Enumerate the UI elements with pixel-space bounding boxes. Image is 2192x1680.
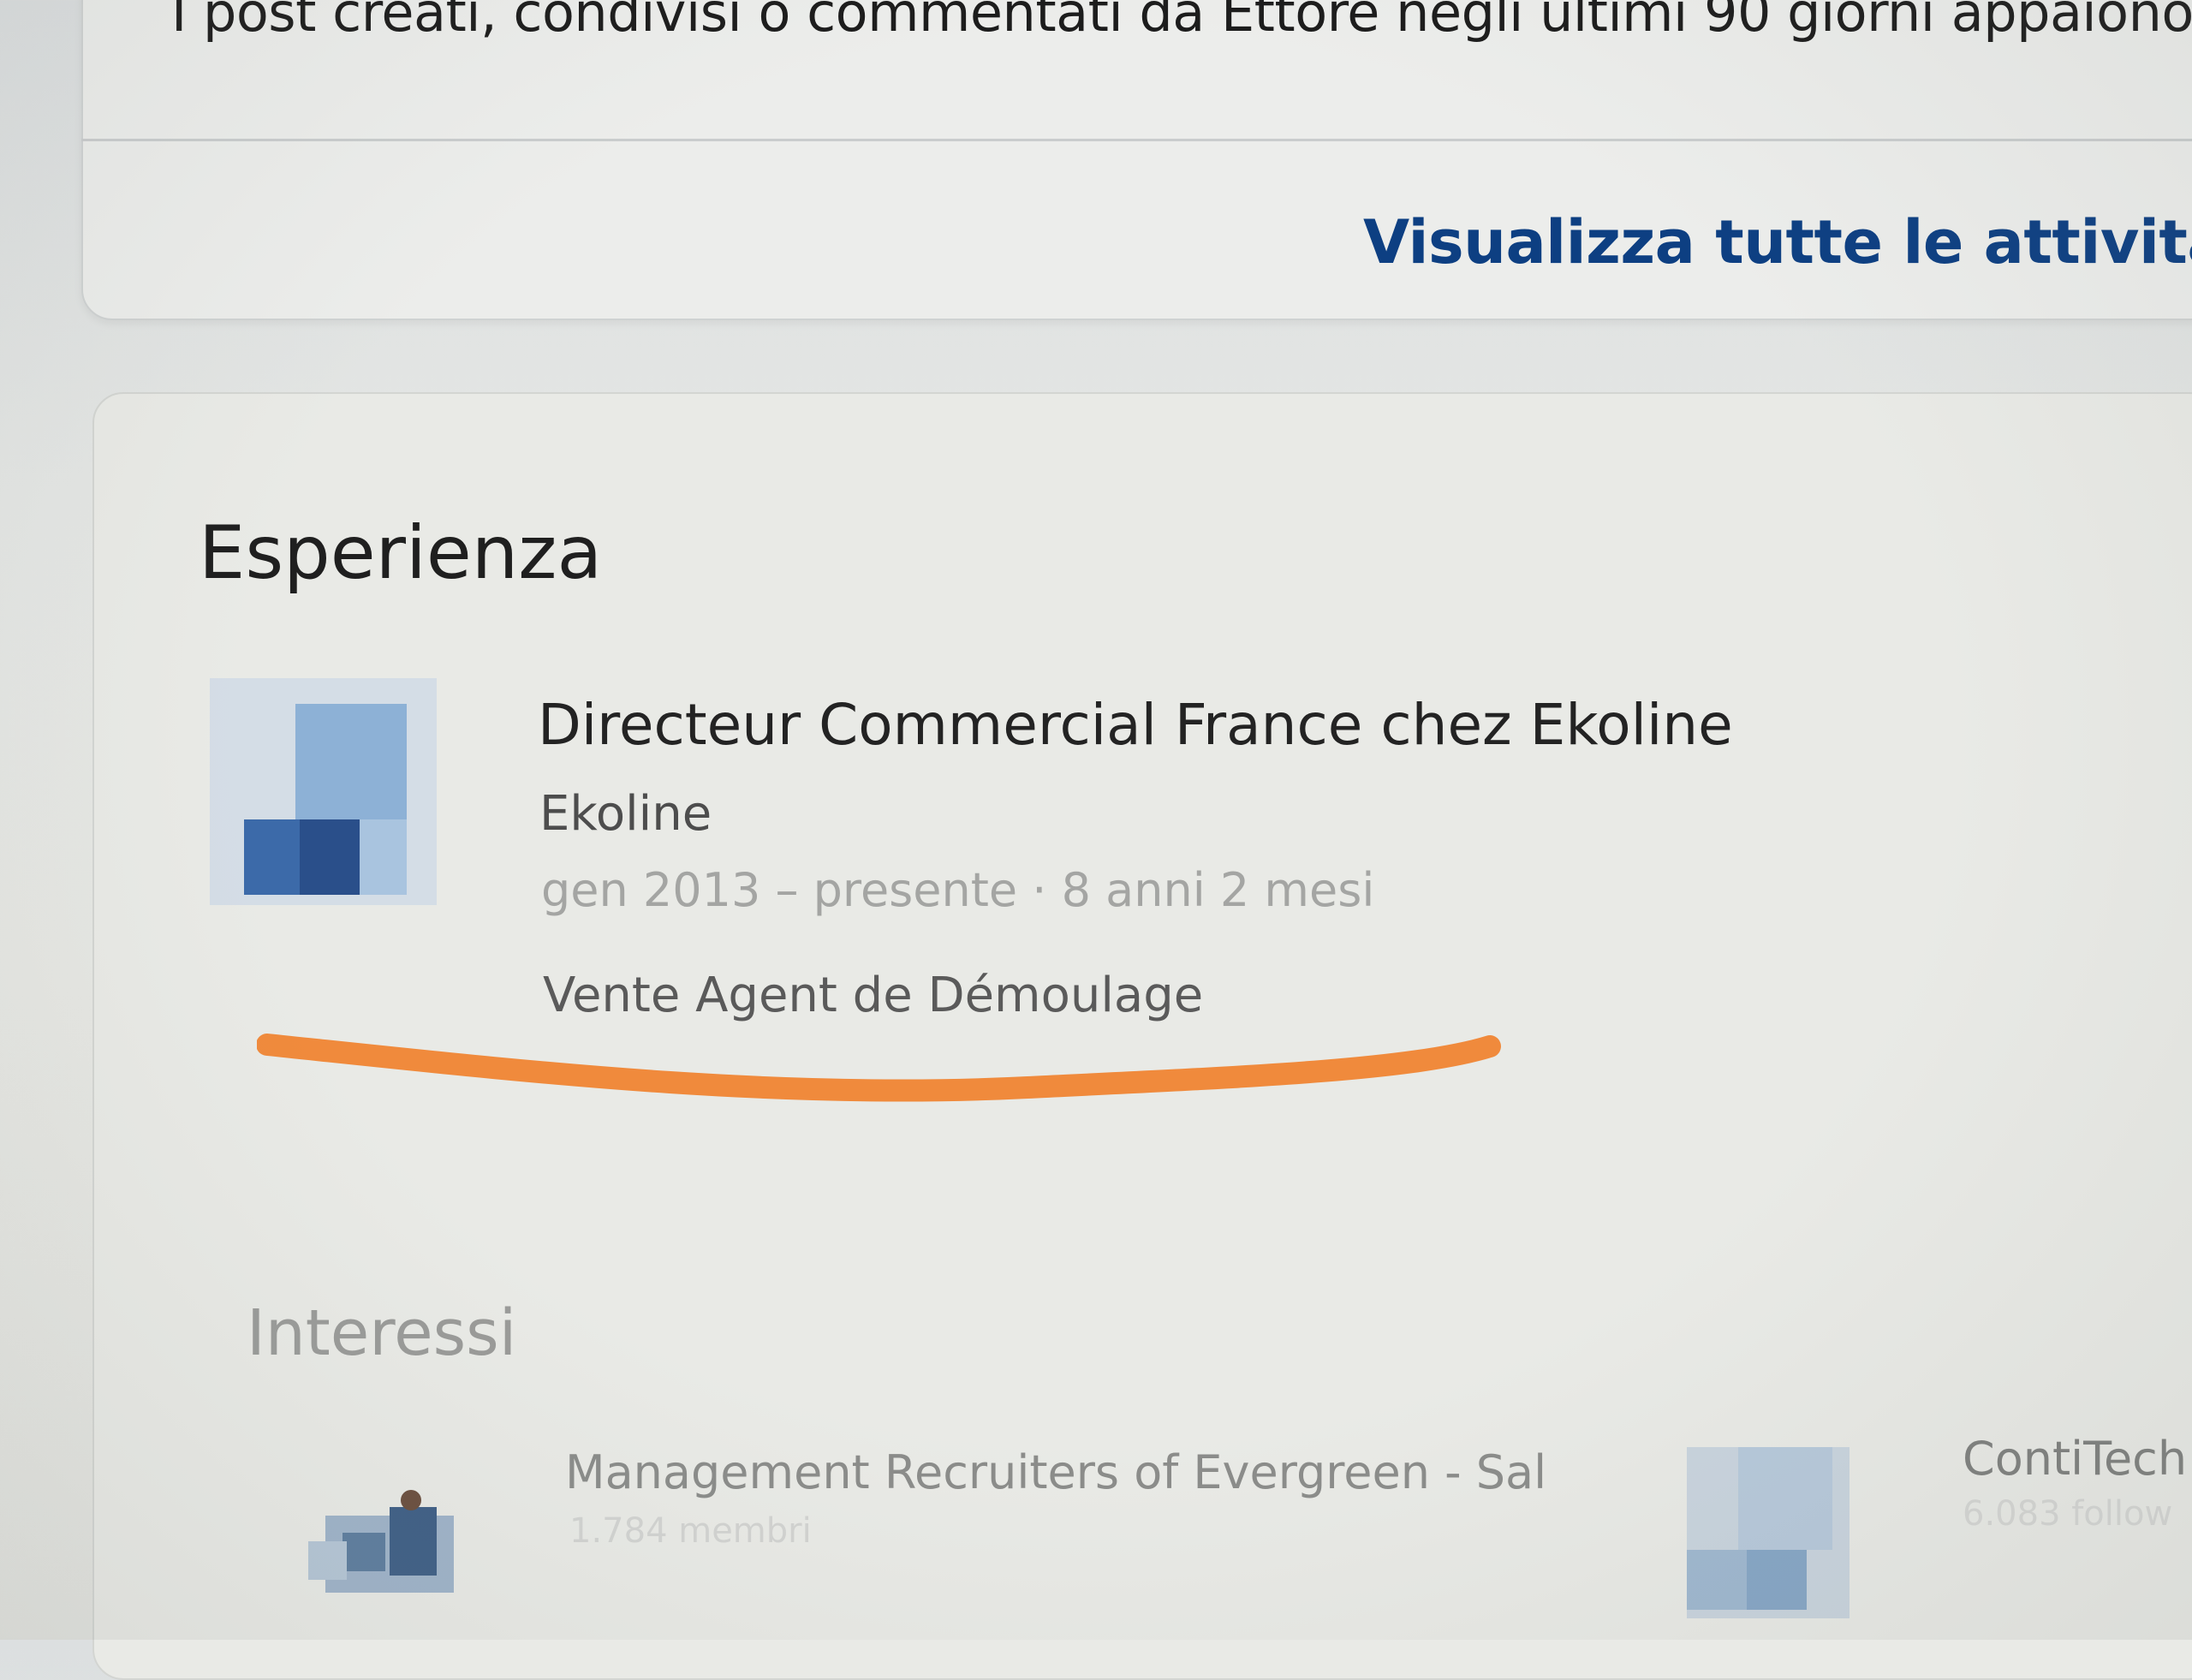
highlight-underline	[257, 1034, 1501, 1102]
group-logo-icon[interactable]	[308, 1490, 454, 1593]
logo-square-icon	[1747, 1550, 1807, 1610]
logo-square-icon	[1738, 1447, 1832, 1550]
experience-section-title: Esperienza	[199, 510, 603, 596]
company-logo[interactable]	[210, 678, 437, 905]
interests-section-title: Interessi	[247, 1296, 517, 1370]
logo-square-icon	[300, 819, 360, 895]
job-title[interactable]: Directeur Commercial France chez Ekoline	[538, 692, 1733, 758]
logo-square-icon	[244, 819, 300, 895]
job-dates: gen 2013 – presente · 8 anni 2 mesi	[541, 863, 1375, 917]
logo-square-icon	[295, 704, 407, 824]
interest-name[interactable]: ContiTech	[1963, 1432, 2187, 1486]
interest-followers: 6.083 follow	[1963, 1494, 2173, 1534]
company-name[interactable]: Ekoline	[539, 786, 712, 842]
activity-divider	[81, 139, 2192, 141]
activity-description: I post creati, condivisi o commentati da…	[171, 0, 2192, 44]
interest-name[interactable]: Management Recruiters of Evergreen - Sal	[565, 1445, 1546, 1499]
logo-square-icon	[360, 819, 407, 895]
see-all-activity-link[interactable]: Visualizza tutte le attività	[1363, 207, 2192, 277]
company-logo-icon[interactable]	[1687, 1447, 1850, 1618]
interest-members: 1.784 membri	[569, 1511, 812, 1551]
